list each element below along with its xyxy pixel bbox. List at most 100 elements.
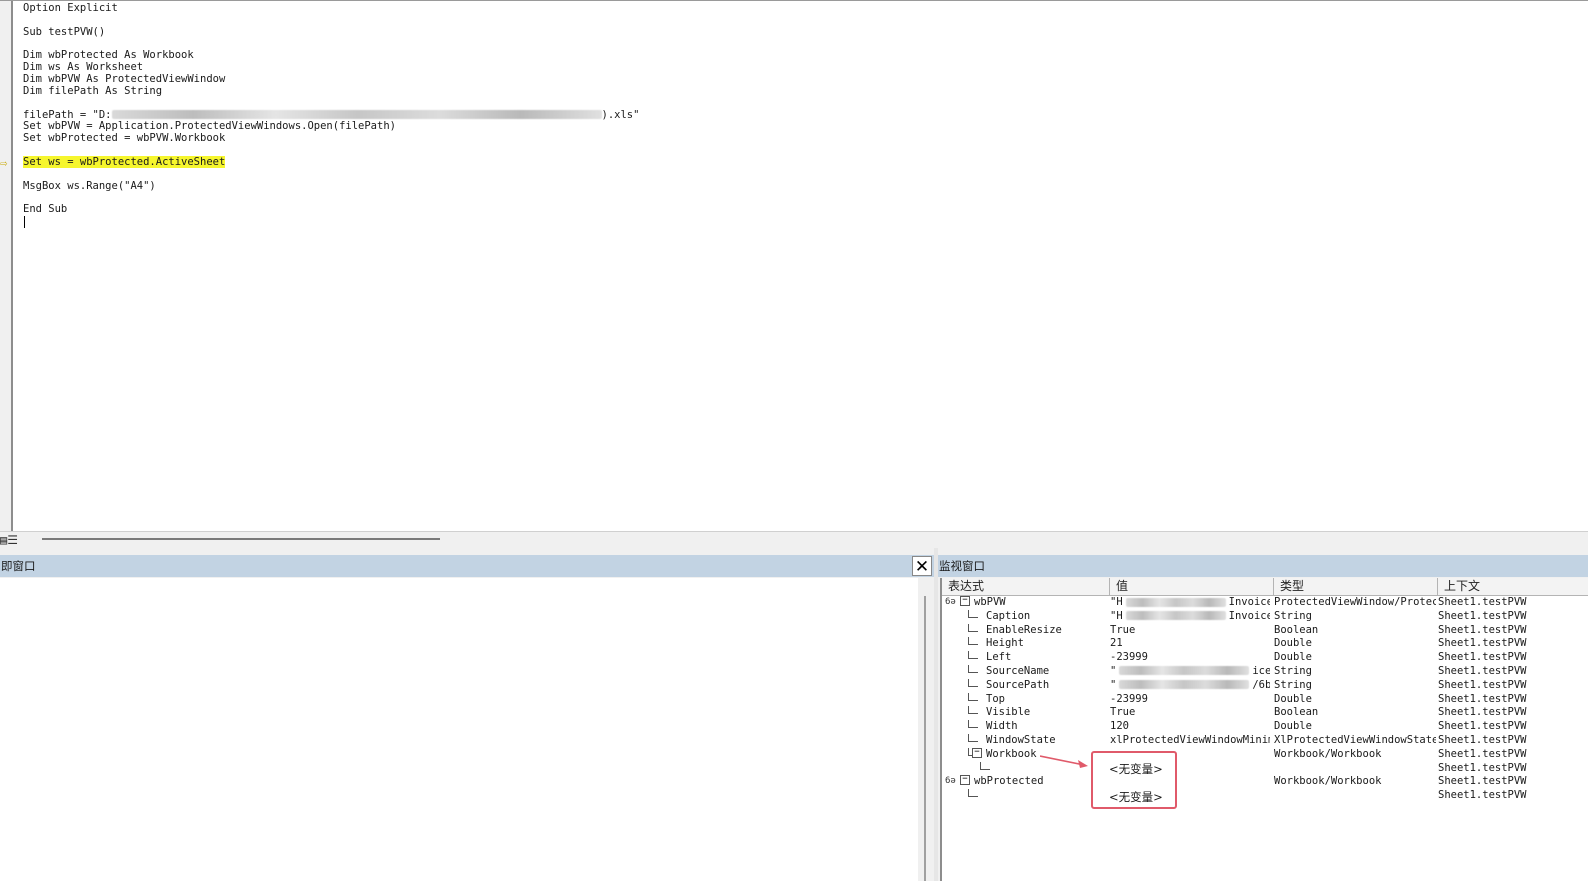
code-text: Sub testPVW() [23,25,106,38]
watch-row[interactable]: WindowState xlProtectedViewWindowMinimi Xl… [942,733,1588,748]
watch-value: "H Invoice [1110,596,1270,608]
code-line-current[interactable]: Set ws = wbProtected.ActiveSheet [23,155,639,169]
watch-row[interactable]: Sheet1.testPVW [942,761,1588,776]
vertical-scrollbar[interactable] [918,578,934,881]
watch-rows: 6ə − wbPVW "H Invoice ProtectedViewWindow/Pro… [942,596,1588,803]
tree-connector [968,789,969,798]
redacted-path [111,110,602,120]
watch-context: Sheet1.testPVW [1438,637,1527,650]
code-line[interactable] [23,98,639,110]
watch-context: Sheet1.testPVW [1438,596,1527,608]
code-line[interactable]: Dim filePath As String [23,84,639,98]
watch-type: ProtectedViewWindow/Protect [1274,596,1436,608]
code-text: MsgBox ws.Range("A4") [23,179,156,192]
code-text: Dim wbPVW As ProtectedViewWindow [23,73,226,86]
watch-value: -23999 [1110,651,1148,664]
annotation-label-wbprotected: <无变量> [1109,790,1163,804]
watch-type: Double [1274,720,1312,733]
watch-row[interactable]: Sheet1.testPVW [942,789,1588,803]
code-text: Dim wbProtected As Workbook [23,49,194,62]
watch-row[interactable]: SourceName " ice String Sheet1.testPVW [942,664,1588,679]
annotation-label-workbook: <无变量> [1109,762,1163,776]
watch-type: XlProtectedViewWindowState [1274,733,1436,746]
watch-context: Sheet1.testPVW [1438,720,1527,733]
column-header-type[interactable]: 类型 [1274,578,1438,595]
code-line[interactable]: MsgBox ws.Range("A4") [23,179,639,193]
watch-context: Sheet1.testPVW [1438,609,1527,622]
watch-context: Sheet1.testPVW [1438,664,1527,677]
watch-row[interactable]: Height 21 Double Sheet1.testPVW [942,637,1588,651]
code-text: Dim ws As Worksheet [23,61,144,74]
watch-window-title: 监视窗口 [938,555,1588,577]
watch-value: 120 [1110,720,1129,733]
watch-type: Double [1274,692,1312,705]
column-header-value[interactable]: 值 [1110,578,1274,595]
watch-row[interactable]: 6ə − wbProtected Workbook/Workbook Sheet1.te… [942,775,1588,789]
redacted-value [1125,597,1226,607]
watch-context: Sheet1.testPVW [1438,678,1527,691]
code-text: Set ws = wbProtected.ActiveSheet [23,155,226,168]
watch-value: True [1110,706,1136,719]
watch-row[interactable]: 6ə − wbPVW "H Invoice ProtectedViewWindow/Pro… [942,596,1588,610]
watch-row[interactable]: EnableResize True Boolean Sheet1.testPVW [942,623,1588,638]
watch-row[interactable]: SourcePath "/6b String Sheet1.testPVW [942,678,1588,693]
watch-row[interactable]: Visible True Boolean Sheet1.testPVW [942,706,1588,720]
code-text: filePath = "D: [23,108,112,121]
editor-status-strip: ▤☰ [0,531,1588,549]
watch-type: String [1274,609,1312,622]
tree-connector [980,768,990,770]
watch-type: Double [1274,651,1312,664]
code-editor[interactable]: ⇨ Option Explicit Sub testPVW() Dim wbProt… [0,0,1588,532]
code-line[interactable]: End Sub [23,203,639,216]
immediate-window-title: 即窗口 [0,555,934,577]
watch-context: Sheet1.testPVW [1438,692,1527,705]
code-text: Option Explicit [23,2,118,14]
watch-type: Workbook/Workbook [1274,747,1382,760]
tree-connector [980,761,981,770]
watch-type: Boolean [1274,706,1319,719]
code-text: Set wbProtected = wbPVW.Workbook [23,132,226,145]
watch-row[interactable]: Caption "H Invoice String Sheet1.testPVW [942,609,1588,624]
immediate-window-input[interactable] [0,578,918,881]
redacted-value [1119,666,1250,676]
watch-context: Sheet1.testPVW [1438,623,1527,636]
watch-row[interactable]: Top -23999 Double Sheet1.testPVW [942,692,1588,707]
watch-value: "H Invoice [1110,609,1270,622]
watch-value: -23999 [1110,692,1148,705]
watch-row[interactable]: Left -23999 Double Sheet1.testPVW [942,651,1588,665]
watch-value: xlProtectedViewWindowMinimi [1110,733,1270,746]
watch-row[interactable]: − Workbook Workbook/Workbook Sheet1.testPVW [942,747,1588,762]
code-text: Set wbPVW = Application.ProtectedViewWin… [23,120,396,133]
column-header-context[interactable]: 上下文 [1438,578,1588,595]
code-line[interactable]: Set wbProtected = wbPVW.Workbook [23,132,639,145]
watch-window[interactable]: 表达式 值 类型 上下文 6ə − wbPVW "H Invoice ProtectedV… [940,578,1588,881]
code-line[interactable] [23,193,639,205]
redacted-value [1125,611,1226,621]
tree-connector [968,796,978,798]
watch-context: Sheet1.testPVW [1438,651,1527,664]
watch-context: Sheet1.testPVW [1438,789,1527,802]
code-lines[interactable]: Option Explicit Sub testPVW() Dim wbProtec… [23,2,640,216]
watch-context: Sheet1.testPVW [1438,706,1527,719]
lower-panes: 即窗口 ✕ 监视窗口 表达式 值 类型 上下文 6ə − wbPVW "H Invoic… [0,548,1588,881]
editor-margin[interactable] [0,1,13,532]
code-text: ).xls" [601,108,640,121]
code-text: End Sub [23,203,68,216]
execution-pointer-icon: ⇨ [0,156,8,170]
code-line[interactable]: Sub testPVW() [23,25,639,39]
watch-value: " ice [1110,664,1270,677]
code-text: Dim filePath As String [23,84,163,97]
watch-row[interactable]: Width 120 Double Sheet1.testPVW [942,720,1588,734]
watch-context: Sheet1.testPVW [1438,733,1527,746]
redacted-value [1119,680,1250,690]
annotation-arrow-icon [1040,755,1088,768]
code-line[interactable] [23,15,639,27]
close-icon[interactable]: ✕ [912,556,932,577]
procedure-view-icon[interactable]: ▤☰ [0,533,18,547]
code-line[interactable]: Option Explicit [23,2,639,15]
pane-splitter[interactable] [934,548,938,881]
watch-value: 21 [1110,637,1123,650]
scrollbar-track [924,596,926,881]
horizontal-scrollbar[interactable] [42,538,440,540]
column-header-expression[interactable]: 表达式 [942,578,1110,595]
